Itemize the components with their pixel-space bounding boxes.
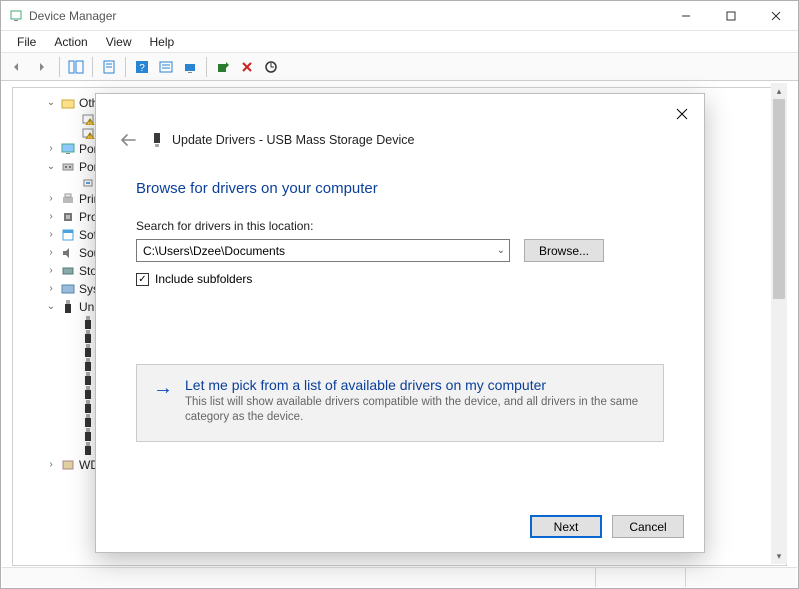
window-title: Device Manager [29, 9, 116, 23]
wizard-title: Update Drivers - USB Mass Storage Device [172, 133, 414, 147]
svg-text:?: ? [139, 63, 145, 74]
scrollbar-thumb[interactable] [773, 99, 785, 299]
uninstall-device-button[interactable] [235, 56, 259, 78]
device-category-icon [81, 414, 95, 428]
chevron-right-icon[interactable]: › [45, 262, 57, 280]
device-category-icon [81, 428, 95, 442]
include-subfolders-checkbox[interactable]: ✓ [136, 273, 149, 286]
chevron-down-icon[interactable]: ⌄ [45, 94, 57, 112]
device-category-icon [81, 176, 95, 190]
update-drivers-wizard: Update Drivers - USB Mass Storage Device… [95, 93, 705, 553]
browse-button[interactable]: Browse... [524, 239, 604, 262]
minimize-button[interactable] [663, 1, 708, 30]
scroll-down-icon[interactable]: ▾ [771, 548, 787, 564]
forward-button[interactable] [31, 56, 55, 78]
chevron-right-icon[interactable]: › [45, 244, 57, 262]
cancel-button[interactable]: Cancel [612, 515, 684, 538]
pick-from-list-title: Let me pick from a list of available dri… [185, 377, 647, 393]
titlebar: Device Manager [1, 1, 798, 31]
scroll-up-icon[interactable]: ▴ [771, 83, 787, 99]
device-category-icon [81, 316, 95, 330]
chevron-down-icon[interactable]: ⌄ [45, 298, 57, 316]
menu-file[interactable]: File [9, 33, 44, 51]
update-driver-button[interactable] [178, 56, 202, 78]
menubar: File Action View Help [1, 31, 798, 53]
device-category-icon [61, 228, 75, 242]
device-category-icon: ! [81, 112, 95, 126]
wizard-back-button[interactable] [116, 128, 140, 152]
scan-hardware-button[interactable] [259, 56, 283, 78]
search-location-label: Search for drivers in this location: [136, 219, 664, 233]
device-category-icon [81, 386, 95, 400]
device-icon [150, 132, 164, 148]
device-category-icon [81, 344, 95, 358]
device-category-icon [61, 282, 75, 296]
pick-from-list-link[interactable]: → Let me pick from a list of available d… [136, 364, 664, 442]
wizard-close-button[interactable] [670, 102, 694, 126]
wizard-heading: Browse for drivers on your computer [136, 180, 664, 197]
pick-from-list-desc: This list will show available drivers co… [185, 395, 647, 425]
app-icon [9, 9, 23, 23]
device-category-icon [81, 372, 95, 386]
device-category-icon [61, 160, 75, 174]
arrow-right-icon: → [153, 377, 173, 425]
search-location-combobox[interactable]: C:\Users\Dzee\Documents ⌄ [136, 239, 510, 262]
chevron-right-icon[interactable]: › [45, 208, 57, 226]
close-button[interactable] [753, 1, 798, 30]
device-category-icon [81, 330, 95, 344]
toolbar: ? [1, 53, 798, 81]
device-category-icon [61, 458, 75, 472]
device-category-icon [61, 192, 75, 206]
device-category-icon [61, 142, 75, 156]
help-button[interactable]: ? [130, 56, 154, 78]
device-category-icon [61, 300, 75, 314]
menu-action[interactable]: Action [46, 33, 95, 51]
device-category-icon [81, 400, 95, 414]
back-button[interactable] [7, 56, 31, 78]
chevron-down-icon: ⌄ [497, 245, 505, 256]
include-subfolders-label: Include subfolders [155, 272, 252, 286]
chevron-down-icon[interactable]: ⌄ [45, 158, 57, 176]
chevron-right-icon[interactable]: › [45, 226, 57, 244]
chevron-right-icon[interactable]: › [45, 190, 57, 208]
chevron-right-icon[interactable]: › [45, 140, 57, 158]
device-category-icon [61, 264, 75, 278]
statusbar [2, 567, 797, 587]
device-category-icon [81, 442, 95, 456]
menu-help[interactable]: Help [142, 33, 183, 51]
device-category-icon [61, 210, 75, 224]
device-category-icon [81, 358, 95, 372]
device-category-icon [61, 246, 75, 260]
menu-view[interactable]: View [98, 33, 140, 51]
action-list-button[interactable] [154, 56, 178, 78]
vertical-scrollbar[interactable]: ▴ ▾ [771, 83, 787, 564]
device-category-icon [61, 96, 75, 110]
enable-device-button[interactable] [211, 56, 235, 78]
next-button[interactable]: Next [530, 515, 602, 538]
maximize-button[interactable] [708, 1, 753, 30]
device-category-icon: ! [81, 126, 95, 140]
properties-button[interactable] [97, 56, 121, 78]
search-location-value: C:\Users\Dzee\Documents [143, 244, 285, 258]
device-manager-window: Device Manager File Action View Help ? ⌄… [0, 0, 799, 589]
chevron-right-icon[interactable]: › [45, 280, 57, 298]
show-hide-tree-button[interactable] [64, 56, 88, 78]
chevron-right-icon[interactable]: › [45, 456, 57, 474]
